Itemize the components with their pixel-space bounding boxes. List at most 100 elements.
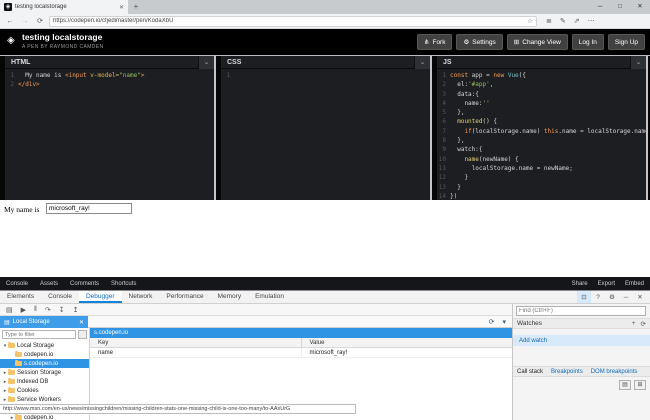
page-icon: ▤ — [4, 319, 10, 326]
minimize-icon[interactable]: ─ — [619, 291, 633, 303]
html-code-area[interactable]: 1 My name is <input v-model="name">2</di… — [5, 69, 214, 201]
back-icon[interactable]: ← — [4, 18, 16, 25]
new-tab-button[interactable]: + — [128, 0, 144, 14]
name-input[interactable] — [46, 203, 132, 214]
tab-network[interactable]: Network — [122, 291, 160, 303]
favorite-star-icon[interactable]: ☆ — [527, 17, 533, 25]
refresh-watch-icon[interactable]: ⟳ — [641, 320, 646, 328]
add-watch-button[interactable]: Add watch — [513, 335, 650, 346]
filter-icon[interactable]: ▾ — [502, 318, 506, 326]
refresh-icon[interactable]: ⟳ — [489, 318, 495, 326]
log-in-button[interactable]: Log In — [572, 34, 604, 50]
shortcuts-button[interactable]: Shortcuts — [111, 281, 136, 287]
table-row[interactable]: namemicrosoft_ray! — [90, 348, 512, 358]
address-bar[interactable]: https://codepen.io/cfjedimaster/pen/Koda… — [49, 16, 537, 27]
tree-item-label: Local Storage — [17, 343, 54, 349]
hub-icon[interactable]: ≣ — [546, 17, 552, 25]
embed-button[interactable]: Embed — [625, 281, 644, 287]
browser-tab-bar: ◈ testing localstorage ✕ + ─ □ ✕ — [0, 0, 650, 14]
dock-icon[interactable]: ⊡ — [577, 291, 591, 303]
callstack-tab-bar: Call stack Breakpoints DOM breakpoints — [513, 366, 650, 377]
folder-icon — [8, 343, 15, 348]
tab-memory[interactable]: Memory — [211, 291, 248, 303]
step-in-icon[interactable]: ↧ — [59, 306, 65, 314]
close-icon[interactable]: ✕ — [79, 319, 84, 326]
css-code-area[interactable]: 1 — [221, 69, 430, 201]
chevron-down-icon[interactable]: ⌄ — [630, 56, 646, 69]
add-watch-icon[interactable]: + — [632, 320, 636, 328]
tree-item-cookies[interactable]: ▸Cookies — [0, 386, 89, 395]
tab-performance[interactable]: Performance — [159, 291, 210, 303]
tree-item-codepen.io[interactable]: ▸codepen.io — [0, 413, 89, 420]
step-out-icon[interactable]: ↥ — [73, 306, 79, 314]
settings-button[interactable]: ⚙Settings — [456, 34, 502, 50]
refresh-icon[interactable]: ⟳ — [34, 17, 46, 25]
tab-console[interactable]: Console — [41, 291, 79, 303]
tab-call-stack[interactable]: Call stack — [517, 369, 543, 375]
tree-item-s.codepen.io[interactable]: s.codepen.io — [0, 359, 89, 368]
comments-button[interactable]: Comments — [70, 281, 99, 287]
codepen-logo-icon[interactable]: ◈ — [7, 35, 15, 46]
tab-close-icon[interactable]: ✕ — [119, 4, 124, 11]
storage-domain-header[interactable]: s.codepen.io — [90, 328, 512, 338]
tab-dom-breakpoints[interactable]: DOM breakpoints — [591, 369, 638, 375]
code-line: 11 localStorage.name = newName; — [437, 164, 646, 173]
tree-item-service-workers[interactable]: ▸Service Workers — [0, 395, 89, 404]
code-line: 5 }, — [437, 108, 646, 117]
filter-clear-button[interactable] — [78, 330, 87, 339]
local-storage-file-tab[interactable]: ▤ Local Storage ✕ — [0, 316, 88, 328]
share-button[interactable]: Share — [572, 281, 588, 287]
help-icon[interactable]: ? — [591, 291, 605, 303]
change-view-button[interactable]: ⊞Change View — [507, 34, 568, 50]
assets-button[interactable]: Assets — [40, 281, 58, 287]
notes-icon[interactable]: ✎ — [560, 17, 566, 25]
browser-window: ◈ testing localstorage ✕ + ─ □ ✕ ← → ⟳ h… — [0, 0, 650, 420]
folder-icon — [15, 361, 22, 366]
line-number: 2 — [5, 80, 18, 89]
export-button[interactable]: Export — [598, 281, 615, 287]
page-icon[interactable]: ▤ — [6, 306, 13, 314]
panel-title: JS — [437, 59, 630, 66]
line-number: 10 — [437, 155, 450, 164]
preview-pane: My name is — [0, 200, 650, 277]
gear-icon[interactable]: ⚙ — [605, 291, 619, 303]
close-button[interactable]: ✕ — [630, 0, 650, 14]
tab-elements[interactable]: Elements — [0, 291, 41, 303]
pause-icon[interactable]: ‖ — [34, 306, 37, 313]
code-line: 1 My name is <input v-model="name"> — [5, 71, 214, 80]
filter-input[interactable] — [2, 330, 76, 339]
tree-item-session-storage[interactable]: ▸Session Storage — [0, 368, 89, 377]
more-icon[interactable]: ⋯ — [588, 17, 595, 25]
console-button[interactable]: Console — [6, 281, 28, 287]
tab-title: testing localstorage — [15, 4, 116, 10]
chevron-down-icon[interactable]: ⌄ — [198, 56, 214, 69]
step-over-icon[interactable]: ↷ — [45, 306, 51, 314]
debugger-right-panel: Watches +⟳ Add watch Call stackBreakpoin… — [512, 304, 650, 420]
share-icon[interactable]: ⇗ — [574, 17, 580, 25]
tree-item-codepen.io[interactable]: codepen.io — [0, 350, 89, 359]
browser-tab[interactable]: ◈ testing localstorage ✕ — [0, 0, 128, 14]
forward-icon[interactable]: → — [19, 18, 31, 25]
tree-item-local-storage[interactable]: ▾Local Storage — [0, 341, 89, 350]
close-icon[interactable]: ✕ — [633, 291, 647, 303]
sign-up-button[interactable]: Sign Up — [608, 34, 645, 50]
tab-breakpoints[interactable]: Breakpoints — [551, 369, 583, 375]
minimize-button[interactable]: ─ — [590, 0, 610, 14]
maximize-button[interactable]: □ — [610, 0, 630, 14]
chevron-down-icon[interactable]: ⌄ — [414, 56, 430, 69]
find-input[interactable] — [516, 306, 646, 316]
tab-debugger[interactable]: Debugger — [79, 291, 122, 303]
name-label: My name is — [4, 205, 39, 214]
page-icon[interactable]: ▤ — [619, 380, 631, 390]
code-line: 4 name:'' — [437, 99, 646, 108]
grid-icon[interactable]: ⊞ — [634, 380, 646, 390]
fork-button[interactable]: ⋔Fork — [417, 34, 452, 50]
code-line: 12 } — [437, 173, 646, 182]
tab-emulation[interactable]: Emulation — [248, 291, 291, 303]
code-line: 3 data:{ — [437, 90, 646, 99]
tree-item-indexed-db[interactable]: ▸Indexed DB — [0, 377, 89, 386]
continue-icon[interactable]: ▶ — [21, 306, 26, 314]
button-label: Settings — [472, 39, 496, 46]
folder-icon — [8, 370, 15, 375]
js-code-area[interactable]: 1const app = new Vue({2 el:'#app',3 data… — [437, 69, 646, 201]
